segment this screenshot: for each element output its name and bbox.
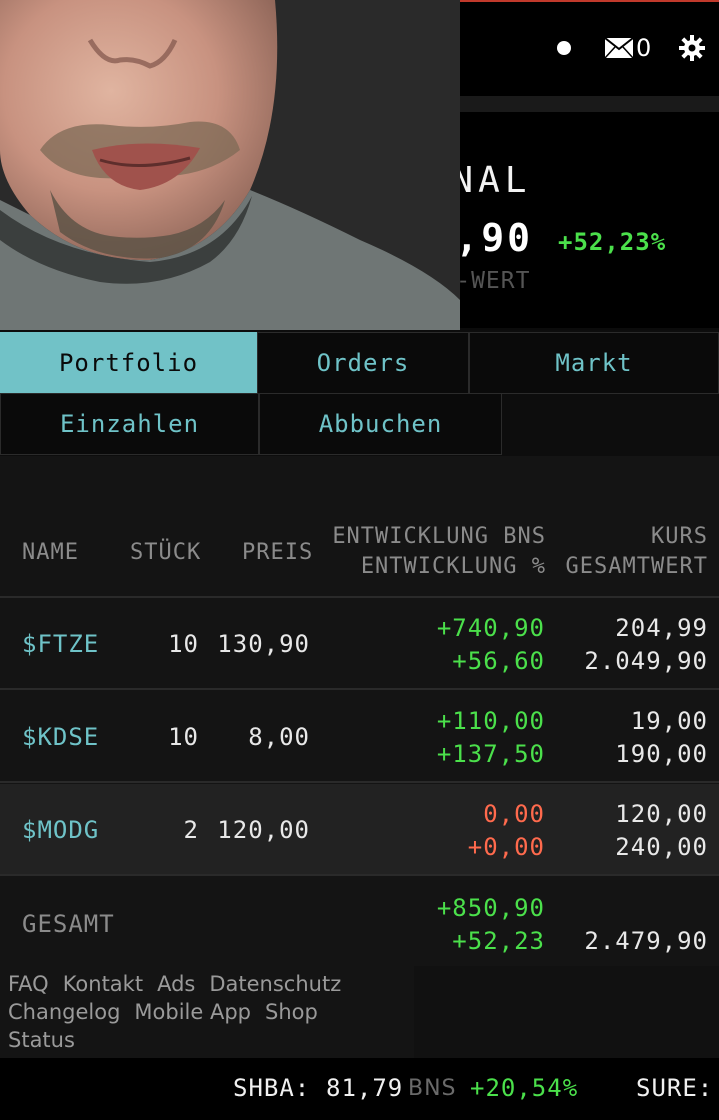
row-entwicklung-bns: +110,00: [436, 707, 545, 735]
row-preis: 130,90: [217, 630, 310, 658]
face-photo-overlay: [0, 0, 460, 332]
row-entwicklung-pct: +0,00: [467, 833, 545, 861]
total-entwicklung-bns: +850,90: [436, 894, 545, 922]
footer-links: FAQ Kontakt Ads Datenschutz Changelog Mobile…: [0, 966, 414, 1058]
row-stueck: 2: [183, 816, 199, 844]
price-ticker: SHBA: 81,79 BNS +20,54% SURE:: [0, 1058, 719, 1120]
row-stueck: 10: [168, 723, 199, 751]
footer-link-shop[interactable]: Shop: [265, 1000, 318, 1024]
row-symbol[interactable]: $MODG: [22, 816, 99, 844]
table-row[interactable]: $MODG 2 120,00 0,00 +0,00 120,00 240,00: [0, 784, 719, 876]
tab-portfolio[interactable]: Portfolio: [0, 332, 257, 394]
ticker-unit: BNS: [408, 1076, 457, 1101]
total-gesamtwert: 2.479,90: [584, 927, 708, 955]
row-gesamtwert: 190,00: [615, 740, 708, 768]
footer-link-datenschutz[interactable]: Datenschutz: [209, 972, 341, 996]
ticker-change: +20,54%: [470, 1074, 579, 1102]
mail-icon[interactable]: [601, 30, 637, 66]
footer-link-changelog[interactable]: Changelog: [8, 1000, 120, 1024]
ticker-value: 81,79: [326, 1074, 404, 1102]
row-entwicklung-pct: +137,50: [436, 740, 545, 768]
row-gesamtwert: 2.049,90: [584, 647, 708, 675]
table-row[interactable]: $FTZE 10 130,90 +740,90 +56,60 204,99 2.…: [0, 598, 719, 690]
col-preis[interactable]: PREIS: [242, 540, 313, 565]
row-kurs: 204,99: [615, 614, 708, 642]
footer-link-faq[interactable]: FAQ: [8, 972, 49, 996]
table-header: NAME STÜCK PREIS ENTWICKLUNG BNS ENTWICK…: [0, 506, 719, 598]
tab-abbuchen[interactable]: Abbuchen: [259, 393, 502, 455]
gear-icon[interactable]: [674, 30, 710, 66]
row-entwicklung-bns: +740,90: [436, 614, 545, 642]
total-entwicklung-pct: +52,23: [452, 927, 545, 955]
col-gesamtwert[interactable]: GESAMTWERT: [566, 554, 708, 579]
ticker-symbol[interactable]: SHBA:: [233, 1074, 310, 1102]
ticker-next-symbol[interactable]: SURE:: [636, 1074, 713, 1102]
tab-einzahlen[interactable]: Einzahlen: [0, 393, 259, 455]
col-entwicklung-pct[interactable]: ENTWICKLUNG %: [361, 554, 546, 579]
main-nav: Portfolio Orders Markt Einzahlen Abbuche…: [0, 330, 719, 456]
tab-orders[interactable]: Orders: [257, 332, 469, 394]
footer-filler: [414, 966, 719, 1058]
col-name[interactable]: NAME: [22, 540, 79, 565]
footer-link-ads[interactable]: Ads: [157, 972, 195, 996]
col-stueck[interactable]: STÜCK: [130, 540, 201, 565]
table-total-row: GESAMT +850,90 +52,23 2.479,90: [0, 878, 719, 966]
table-row[interactable]: $KDSE 10 8,00 +110,00 +137,50 19,00 190,…: [0, 691, 719, 783]
col-entwicklung-bns[interactable]: ENTWICKLUNG BNS: [332, 524, 546, 549]
row-preis: 8,00: [248, 723, 310, 751]
portfolio-change: +52,23%: [558, 228, 667, 256]
row-stueck: 10: [168, 630, 199, 658]
footer-link-status[interactable]: Status: [8, 1028, 75, 1052]
footer-link-mobile-app[interactable]: Mobile App: [134, 1000, 251, 1024]
row-gesamtwert: 240,00: [615, 833, 708, 861]
total-label: GESAMT: [22, 910, 115, 938]
row-entwicklung-pct: +56,60: [452, 647, 545, 675]
row-kurs: 19,00: [630, 707, 708, 735]
row-entwicklung-bns: 0,00: [483, 800, 545, 828]
row-preis: 120,00: [217, 816, 310, 844]
row-kurs: 120,00: [615, 800, 708, 828]
mail-count: 0: [636, 34, 652, 62]
row-symbol[interactable]: $FTZE: [22, 630, 99, 658]
status-dot-icon: [546, 30, 582, 66]
holdings-table: NAME STÜCK PREIS ENTWICKLUNG BNS ENTWICK…: [0, 456, 719, 966]
tab-markt[interactable]: Markt: [469, 332, 719, 394]
col-kurs[interactable]: KURS: [651, 524, 708, 549]
row-symbol[interactable]: $KDSE: [22, 723, 99, 751]
footer-link-kontakt[interactable]: Kontakt: [63, 972, 143, 996]
